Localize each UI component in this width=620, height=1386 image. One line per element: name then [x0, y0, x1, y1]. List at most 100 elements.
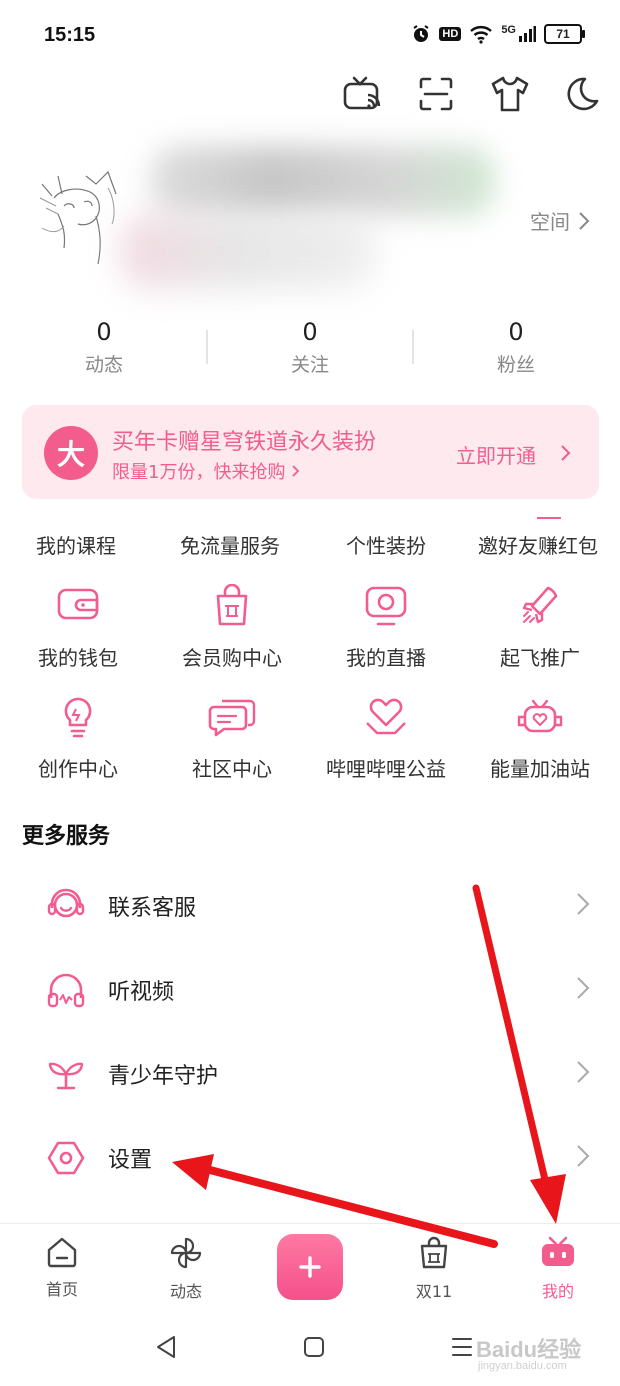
row-label: 听视频	[108, 980, 175, 1005]
hd-badge: HD	[439, 27, 462, 41]
home-circle-icon[interactable]	[302, 1334, 326, 1360]
tab-invite-friends[interactable]: 邀好友赚红包	[478, 530, 598, 559]
headphones-icon	[47, 973, 85, 1008]
grid-item-promotion[interactable]: 起飞推广	[465, 584, 615, 671]
signal-icon	[519, 26, 536, 42]
stat-following[interactable]: 0 关注	[250, 318, 370, 377]
banner-subtitle[interactable]: 限量1万份，快来抢购	[112, 458, 301, 484]
chevron-right-icon	[577, 893, 590, 915]
banner-title: 买年卡赠星穹铁道永久装扮	[112, 430, 377, 455]
stat-value: 0	[508, 318, 524, 346]
stat-label: 动态	[84, 354, 123, 376]
avatar[interactable]	[38, 168, 122, 268]
network-type: 5G	[501, 24, 516, 36]
nav-divider	[0, 1223, 620, 1224]
battery-indicator: 71	[544, 24, 585, 44]
grid-label: 哔哩哔哩公益	[326, 757, 446, 781]
row-label: 青少年守护	[108, 1064, 219, 1089]
bag-icon	[420, 1236, 448, 1269]
outfit-icon[interactable]	[488, 72, 532, 116]
banner-subtitle-text: 限量1万份，快来抢购	[112, 462, 286, 483]
plus-icon	[299, 1256, 321, 1278]
nav-label: 双11	[415, 1282, 453, 1301]
nav-double-eleven[interactable]: 双11	[394, 1236, 474, 1302]
shopping-bag-icon	[216, 584, 248, 626]
stat-label: 粉丝	[496, 354, 535, 376]
chat-icon	[208, 699, 256, 737]
status-icons: HD 5G 71	[411, 24, 585, 44]
grid-item-vip-shop[interactable]: 会员购中心	[157, 584, 307, 671]
row-customer-service[interactable]: 联系客服	[0, 864, 620, 948]
energy-icon	[517, 699, 563, 733]
chevron-right-icon	[577, 977, 590, 999]
row-youth-protection[interactable]: 青少年守护	[0, 1032, 620, 1116]
wifi-icon	[470, 26, 493, 44]
wallet-icon	[57, 588, 99, 620]
tab-indicator	[537, 517, 561, 519]
chevron-right-icon	[561, 445, 571, 461]
grid-item-charity[interactable]: 哔哩哔哩公益	[311, 695, 461, 782]
status-time: 15:15	[44, 24, 96, 46]
tab-my-courses[interactable]: 我的课程	[36, 530, 116, 559]
grid-label: 起飞推广	[500, 646, 580, 670]
stat-label: 关注	[290, 354, 329, 376]
space-link[interactable]: 空间	[530, 206, 590, 235]
grid-label: 我的直播	[346, 646, 426, 670]
nav-label: 我的	[541, 1282, 574, 1301]
space-label: 空间	[530, 210, 570, 234]
alarm-icon	[413, 25, 429, 42]
chevron-right-icon	[579, 211, 590, 230]
open-vip-button[interactable]: 立即开通	[456, 440, 536, 469]
pinwheel-icon	[170, 1237, 202, 1269]
nav-dynamics[interactable]: 动态	[146, 1236, 226, 1302]
nav-mine[interactable]: 我的	[518, 1236, 598, 1302]
tv-cast-icon[interactable]	[340, 72, 384, 116]
rocket-icon	[522, 586, 558, 624]
nav-label: 首页	[45, 1280, 78, 1299]
nav-label: 动态	[169, 1282, 202, 1301]
live-tv-icon	[365, 586, 407, 626]
stat-value: 0	[302, 318, 318, 346]
grid-label: 能量加油站	[490, 757, 590, 781]
stat-divider	[412, 330, 414, 364]
back-icon[interactable]	[154, 1334, 178, 1360]
watermark-url: jingyan.baidu.com	[478, 1360, 567, 1372]
row-listen-video[interactable]: 听视频	[0, 948, 620, 1032]
row-label: 联系客服	[108, 896, 197, 921]
grid-item-community-center[interactable]: 社区中心	[157, 695, 307, 782]
grid-label: 会员购中心	[182, 646, 282, 670]
nav-home[interactable]: 首页	[22, 1236, 102, 1300]
scan-icon[interactable]	[414, 72, 458, 116]
lightbulb-icon	[64, 697, 92, 738]
grid-label: 我的钱包	[38, 646, 118, 670]
stat-fans[interactable]: 0 粉丝	[456, 318, 576, 377]
night-mode-icon[interactable]	[560, 72, 604, 116]
home-icon	[47, 1237, 77, 1268]
stat-value: 0	[96, 318, 112, 346]
headset-icon	[47, 888, 85, 918]
gear-icon	[47, 1141, 85, 1175]
sprout-icon	[48, 1062, 84, 1090]
grid-item-wallet[interactable]: 我的钱包	[3, 584, 153, 671]
chevron-right-icon	[292, 465, 300, 477]
stat-dynamics[interactable]: 0 动态	[44, 318, 164, 377]
grid-item-energy-station[interactable]: 能量加油站	[465, 695, 615, 782]
blurred-username	[150, 146, 495, 216]
blurred-user-info	[120, 214, 375, 289]
tab-personalize[interactable]: 个性装扮	[346, 530, 426, 559]
row-settings[interactable]: 设置	[0, 1116, 620, 1200]
chevron-right-icon	[577, 1145, 590, 1167]
tab-free-data[interactable]: 免流量服务	[180, 530, 280, 559]
grid-item-my-live[interactable]: 我的直播	[311, 584, 461, 671]
heart-hands-icon	[366, 698, 406, 735]
tv-face-icon	[542, 1236, 574, 1266]
recents-icon[interactable]	[450, 1334, 474, 1360]
chevron-right-icon	[577, 1061, 590, 1083]
grid-label: 创作中心	[38, 757, 118, 781]
grid-item-creator-center[interactable]: 创作中心	[3, 695, 153, 782]
more-services-title: 更多服务	[22, 824, 111, 849]
row-label: 设置	[108, 1148, 153, 1173]
stat-divider	[206, 330, 208, 364]
create-button[interactable]	[277, 1234, 343, 1300]
vip-badge: 大	[44, 426, 98, 480]
